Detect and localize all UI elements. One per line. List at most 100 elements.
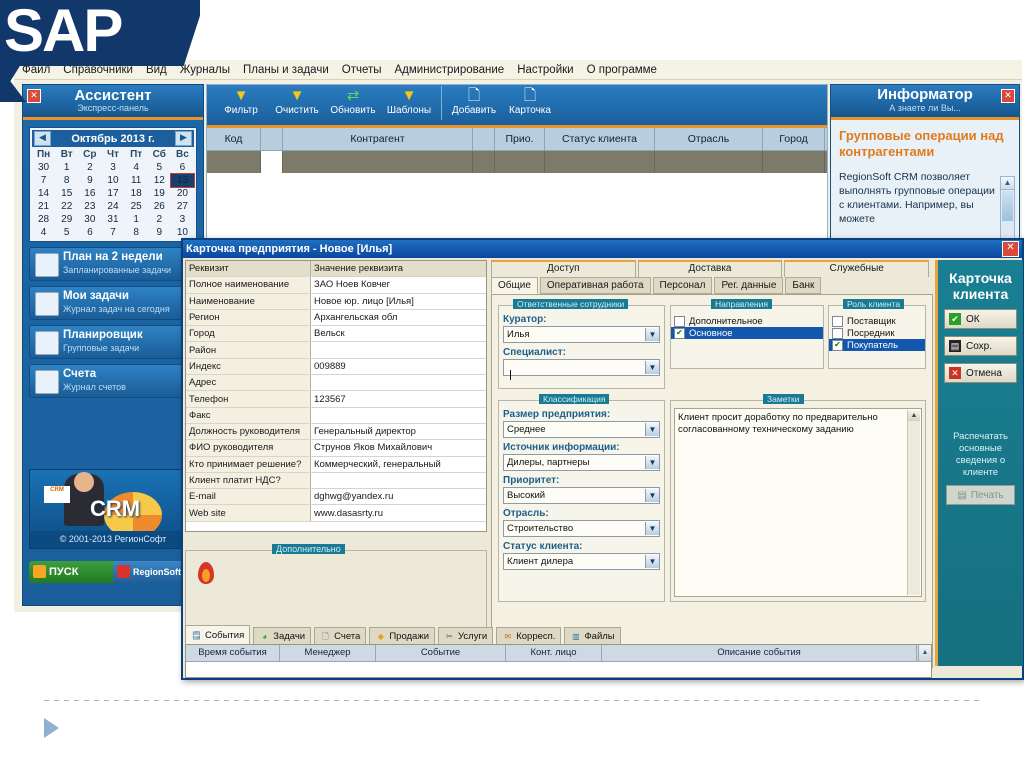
informator-close-icon[interactable]: ✕: [1001, 89, 1015, 103]
bottom-tab-files[interactable]: ▥ Файлы: [564, 627, 621, 644]
info-source-select[interactable]: Дилеры, партнеры ▼: [503, 454, 660, 471]
tab-service[interactable]: Служебные: [784, 260, 930, 277]
bottom-tab-correspondence[interactable]: ✉ Корресп.: [496, 627, 562, 644]
table-row[interactable]: Город Вельск: [186, 325, 486, 343]
toolbar-refresh-button[interactable]: ⇄ Обновить: [325, 85, 381, 116]
calendar-day[interactable]: 14: [32, 187, 55, 200]
chevron-down-icon[interactable]: ▼: [645, 361, 659, 374]
scroll-up-icon[interactable]: ▲: [1001, 177, 1014, 190]
tab-general[interactable]: Общие: [491, 277, 538, 294]
curator-select[interactable]: Илья ▼: [503, 326, 660, 343]
scrollbar-thumb[interactable]: [1002, 191, 1013, 221]
notes-textarea[interactable]: Клиент просит доработку по предварительн…: [674, 408, 922, 597]
grid-column-industry[interactable]: Отрасль: [655, 128, 763, 150]
tab-delivery[interactable]: Доставка: [637, 260, 783, 277]
calendar-day[interactable]: 9: [78, 174, 101, 187]
client-status-select[interactable]: Клиент дилера ▼: [503, 553, 660, 570]
menu-item-about[interactable]: О программе: [587, 64, 657, 76]
calendar-day[interactable]: 11: [125, 174, 148, 187]
calendar-day[interactable]: 28: [32, 213, 55, 226]
grid-column-blank1[interactable]: [261, 128, 283, 150]
calendar-day[interactable]: 6: [171, 161, 194, 174]
calendar-day[interactable]: 16: [78, 187, 101, 200]
menu-item-settings[interactable]: Настройки: [517, 64, 573, 76]
toolbar-filter-button[interactable]: ▼ Фильтр: [213, 85, 269, 116]
calendar-day[interactable]: 18: [125, 187, 148, 200]
chevron-down-icon[interactable]: ▼: [645, 522, 659, 535]
ok-button[interactable]: ✔ ОК: [944, 309, 1017, 329]
checkbox-supplier[interactable]: Поставщик: [829, 315, 925, 327]
calendar-day[interactable]: 7: [101, 226, 124, 239]
tab-operational-work[interactable]: Оперативная работа: [539, 277, 651, 294]
table-row[interactable]: Регион Архангельская обл: [186, 309, 486, 327]
grid-column-city[interactable]: Город: [763, 128, 825, 150]
events-column-contact[interactable]: Конт. лицо: [506, 645, 602, 661]
requisites-col-value[interactable]: Значение реквизита: [310, 261, 486, 278]
chevron-down-icon[interactable]: ▼: [645, 456, 659, 469]
calendar-day[interactable]: 8: [125, 226, 148, 239]
toolbar-card-button[interactable]: 🗋 Карточка: [502, 85, 558, 116]
chevron-down-icon[interactable]: ▼: [645, 555, 659, 568]
bottom-tab-events[interactable]: 🗒 События: [185, 625, 251, 644]
table-row[interactable]: E-mail dghwg@yandex.ru: [186, 488, 486, 506]
dialog-title-bar[interactable]: Карточка предприятия - Новое [Илья] ✕: [183, 240, 1022, 258]
events-column-event[interactable]: Событие: [376, 645, 506, 661]
calendar-day[interactable]: 15: [55, 187, 78, 200]
chevron-down-icon[interactable]: ▼: [645, 489, 659, 502]
calendar-day[interactable]: 1: [125, 213, 148, 226]
calendar-day[interactable]: 20: [171, 187, 194, 200]
table-row[interactable]: Телефон 123567: [186, 390, 486, 408]
menu-item-administration[interactable]: Администрирование: [395, 64, 505, 76]
play-triangle-icon[interactable]: [44, 718, 59, 738]
calendar-day[interactable]: 9: [148, 226, 171, 239]
grid-column-blank2[interactable]: [473, 128, 495, 150]
calendar-day[interactable]: 5: [55, 226, 78, 239]
chevron-down-icon[interactable]: ▼: [645, 328, 659, 341]
company-size-select[interactable]: Среднее ▼: [503, 421, 660, 438]
calendar-day[interactable]: 26: [148, 200, 171, 213]
sidebar-item-plan-2weeks[interactable]: План на 2 недели Запланированные задачи: [29, 247, 197, 281]
calendar-day[interactable]: 29: [55, 213, 78, 226]
tab-bank[interactable]: Банк: [785, 277, 822, 294]
calendar-day[interactable]: 3: [101, 161, 124, 174]
events-column-manager[interactable]: Менеджер: [280, 645, 376, 661]
calendar-day[interactable]: 17: [101, 187, 124, 200]
table-row[interactable]: Факс: [186, 407, 486, 424]
grid-column-priority[interactable]: Прио.: [495, 128, 545, 150]
chevron-down-icon[interactable]: ▼: [645, 423, 659, 436]
checkbox-additional[interactable]: Дополнительное: [671, 315, 823, 327]
menu-item-reports[interactable]: Отчеты: [342, 64, 382, 76]
calendar-day[interactable]: 1: [55, 161, 78, 174]
bottom-tab-tasks[interactable]: ◕ Задачи: [253, 627, 312, 644]
calendar-day[interactable]: 25: [125, 200, 148, 213]
table-row[interactable]: Индекс 009889: [186, 358, 486, 376]
bottom-tab-sales[interactable]: ◆ Продажи: [369, 627, 436, 644]
print-button[interactable]: ▤ Печать: [946, 485, 1015, 505]
sidebar-item-my-tasks[interactable]: Мои задачи Журнал задач на сегодня: [29, 286, 197, 320]
calendar-day[interactable]: 27: [171, 200, 194, 213]
industry-select[interactable]: Строительство ▼: [503, 520, 660, 537]
tab-personnel[interactable]: Персонал: [652, 277, 713, 294]
calendar-day[interactable]: 8: [55, 174, 78, 187]
calendar-day[interactable]: 12: [148, 174, 171, 187]
tab-access[interactable]: Доступ: [491, 260, 636, 277]
calendar-day[interactable]: 4: [125, 161, 148, 174]
checkbox-buyer[interactable]: ✔ Покупатель: [829, 339, 925, 351]
calendar-prev-icon[interactable]: ◀: [34, 131, 51, 146]
calendar-day[interactable]: 7: [32, 174, 55, 187]
cancel-button[interactable]: ✕ Отмена: [944, 363, 1017, 383]
checkbox-intermediary[interactable]: Посредник: [829, 327, 925, 339]
calendar-day[interactable]: 19: [148, 187, 171, 200]
calendar-day-selected[interactable]: 13: [169, 173, 196, 188]
calendar-day[interactable]: 31: [101, 213, 124, 226]
dialog-close-icon[interactable]: ✕: [1002, 241, 1019, 257]
table-row[interactable]: ФИО руководителя Струнов Яков Михайлович: [186, 439, 486, 457]
calendar-next-icon[interactable]: ▶: [174, 131, 192, 146]
calendar-day[interactable]: 22: [55, 200, 78, 213]
table-row[interactable]: Адрес: [186, 374, 486, 392]
notes-scrollbar[interactable]: ▲: [907, 410, 920, 595]
toolbar-clear-button[interactable]: ▼ Очистить: [269, 85, 325, 116]
events-column-time[interactable]: Время события: [186, 645, 280, 661]
table-row[interactable]: Клиент платит НДС?: [186, 472, 486, 490]
table-row[interactable]: Район: [186, 341, 486, 359]
